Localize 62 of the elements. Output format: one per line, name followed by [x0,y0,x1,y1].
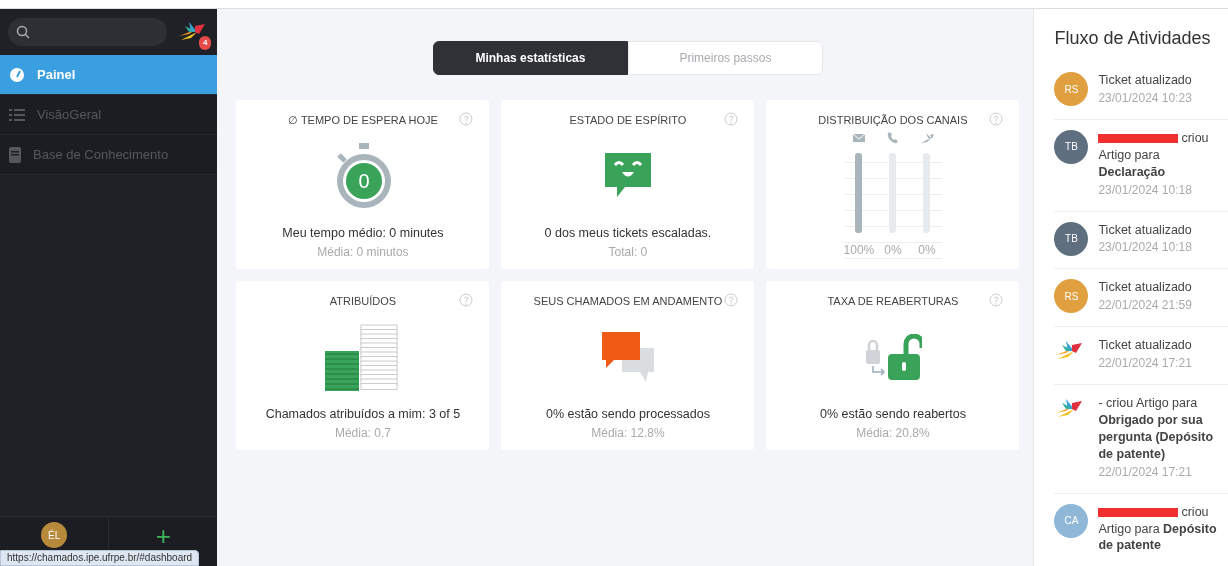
activity-text: Ticket atualizado [1098,72,1192,89]
notification-badge: 4 [199,36,212,50]
card-title: ESTADO DE ESPÍRITO [569,113,687,128]
card-summary: 0 dos meus tickets escaladas. [544,225,712,243]
card-average: Média: 0 minutos [317,244,409,261]
card-summary: 0% estão sendo reabertos [819,406,966,424]
card-average: Média: 0.7 [334,425,391,442]
search-field[interactable] [8,18,168,46]
help-icon [989,293,1004,307]
card-average: Total: 0 [608,244,648,261]
activity-time: 23/01/2024 10:18 [1098,181,1193,199]
channel-percentage: 0% [884,241,902,259]
tab[interactable]: Minhas estatísticas [432,41,628,75]
help-icon [459,293,474,307]
activity-time: 23/01/2024 10:23 [1098,89,1192,107]
user-avatar: RS [1054,279,1089,314]
panel-title: Fluxo de Atividades [1054,27,1212,50]
activity-time: 22/01/2024 21:59 [1098,297,1192,315]
card-title: ATRIBUÍDOS [329,294,397,309]
card-average: Média: 12.8% [591,425,665,442]
user-avatar[interactable]: ÉL [41,522,68,548]
activity-text: criou Artigo para Declaração [1098,129,1210,181]
user-avatar: TB [1054,221,1089,256]
card-summary: Meu tempo médio: 0 minutes [282,225,444,243]
book-icon [9,146,21,163]
add-button[interactable]: + [149,522,177,550]
search-icon [16,25,30,39]
card-title: ∅ TEMPO DE ESPERA HOJE [288,113,438,128]
card-summary: Chamados atribuídos a mim: 3 of 5 [265,406,461,424]
sidebar-item[interactable]: Painel [0,55,218,95]
help-icon [989,112,1004,126]
sidebar-item[interactable]: VisãoGeral [0,95,218,135]
activity-text: - criou Artigo para Obrigado por sua pergunta (Depósito de patente) [1098,395,1215,463]
activity-text: Ticket atualizado [1098,221,1192,239]
help-icon [459,112,474,126]
activity-text: criou Artigo para Depósito de patente [1098,503,1218,555]
stopwatch-value: 0 [357,169,371,194]
phone-icon [885,130,900,145]
activity-text: Ticket atualizado [1098,279,1192,297]
card-title: SEUS CHAMADOS EM ANDAMENTO [533,294,723,309]
activity-text: Ticket atualizado [1098,337,1192,355]
activity-time: 23/01/2024 10:18 [1098,239,1192,257]
card-title: TAXA DE REABERTURAS [827,294,959,309]
link-preview-tooltip: https://chamados.ipe.ufrpe.br/#dashboard [0,550,200,566]
list-icon [9,107,25,122]
help-icon [724,293,739,307]
user-avatar: RS [1054,72,1089,106]
bird-icon [919,130,934,145]
card-summary: 0% estão sendo processados [545,406,710,424]
card-title: DISTRIBUIÇÃO DOS CANAIS [818,113,968,128]
user-avatar: TB [1054,129,1089,164]
sidebar-item[interactable]: Base de Conhecimento [0,135,218,175]
gauge-icon [9,66,25,83]
channel-percentage: 100% [843,241,875,259]
tab[interactable]: Primeiros passos [627,41,823,75]
activity-time: 22/01/2024 17:21 [1098,463,1193,481]
user-avatar: CA [1054,503,1089,538]
channel-percentage: 0% [918,241,936,259]
card-average: Média: 20.8% [856,425,930,442]
unlocked-padlock-icon [863,334,922,381]
activity-time: 22/01/2024 17:21 [1098,355,1192,373]
help-icon [724,112,739,126]
